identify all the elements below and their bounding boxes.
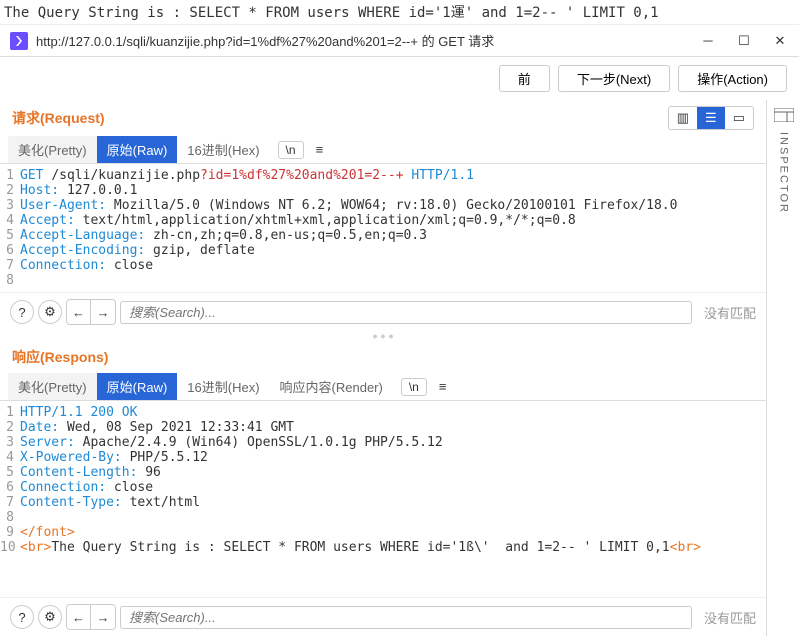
response-tabs: 美化(Pretty) 原始(Raw) 16进制(Hex) 响应内容(Render… — [0, 373, 766, 401]
newline-toggle[interactable]: \n — [278, 141, 304, 159]
request-heading: 请求(Request) — [12, 108, 105, 128]
minimize-button[interactable]: ─ — [699, 32, 717, 50]
tab-pretty[interactable]: 美化(Pretty) — [8, 373, 97, 400]
prev-match-button[interactable]: ← — [67, 300, 91, 324]
request-search-input[interactable] — [120, 301, 692, 324]
response-search-bar: ? ⚙ ← → 没有匹配 — [0, 597, 766, 636]
inspector-sidebar[interactable]: INSPECTOR — [767, 100, 799, 636]
tab-hex[interactable]: 16进制(Hex) — [177, 136, 269, 163]
app-icon — [10, 32, 28, 50]
gear-icon[interactable]: ⚙ — [38, 300, 62, 324]
response-search-input[interactable] — [120, 606, 692, 629]
layout-single-icon[interactable]: ▭ — [725, 107, 753, 129]
help-icon[interactable]: ? — [10, 300, 34, 324]
gear-icon[interactable]: ⚙ — [38, 605, 62, 629]
prev-match-button[interactable]: ← — [67, 605, 91, 629]
no-match-label: 没有匹配 — [696, 608, 756, 627]
request-tabs: 美化(Pretty) 原始(Raw) 16进制(Hex) \n ≡ — [0, 136, 766, 164]
maximize-button[interactable]: ☐ — [735, 32, 753, 50]
tab-hex[interactable]: 16进制(Hex) — [177, 373, 269, 400]
pane-divider[interactable]: ● ● ● — [0, 331, 766, 341]
request-body[interactable]: 1GET /sqli/kuanzijie.php?id=1%df%27%20an… — [0, 164, 766, 292]
action-button[interactable]: 操作(Action) — [678, 65, 787, 92]
close-button[interactable]: ✕ — [771, 32, 789, 50]
request-search-bar: ? ⚙ ← → 没有匹配 — [0, 292, 766, 331]
next-match-button[interactable]: → — [91, 300, 115, 324]
hamburger-icon[interactable]: ≡ — [435, 377, 451, 396]
response-heading: 响应(Respons) — [12, 347, 108, 367]
inspector-label: INSPECTOR — [778, 132, 790, 214]
tab-pretty[interactable]: 美化(Pretty) — [8, 136, 97, 163]
query-string-line: The Query String is : SELECT * FROM user… — [0, 0, 799, 25]
hamburger-icon[interactable]: ≡ — [312, 140, 328, 159]
no-match-label: 没有匹配 — [696, 303, 756, 322]
tab-raw[interactable]: 原始(Raw) — [97, 136, 178, 163]
help-icon[interactable]: ? — [10, 605, 34, 629]
top-action-bar: 前 下一步(Next) 操作(Action) — [0, 57, 799, 100]
tab-render[interactable]: 响应内容(Render) — [270, 373, 393, 400]
window-titlebar: http://127.0.0.1/sqli/kuanzijie.php?id=1… — [0, 25, 799, 57]
newline-toggle[interactable]: \n — [401, 378, 427, 396]
next-button[interactable]: 下一步(Next) — [558, 65, 670, 92]
response-body[interactable]: 1HTTP/1.1 200 OK2Date: Wed, 08 Sep 2021 … — [0, 401, 766, 597]
layout-rows-icon[interactable]: ☰ — [697, 107, 725, 129]
layout-toggle[interactable]: ▥ ☰ ▭ — [668, 106, 754, 130]
window-title: http://127.0.0.1/sqli/kuanzijie.php?id=1… — [36, 31, 687, 50]
inspector-panel-icon — [774, 108, 794, 122]
layout-columns-icon[interactable]: ▥ — [669, 107, 697, 129]
tab-raw[interactable]: 原始(Raw) — [97, 373, 178, 400]
next-match-button[interactable]: → — [91, 605, 115, 629]
prev-button[interactable]: 前 — [499, 65, 550, 92]
